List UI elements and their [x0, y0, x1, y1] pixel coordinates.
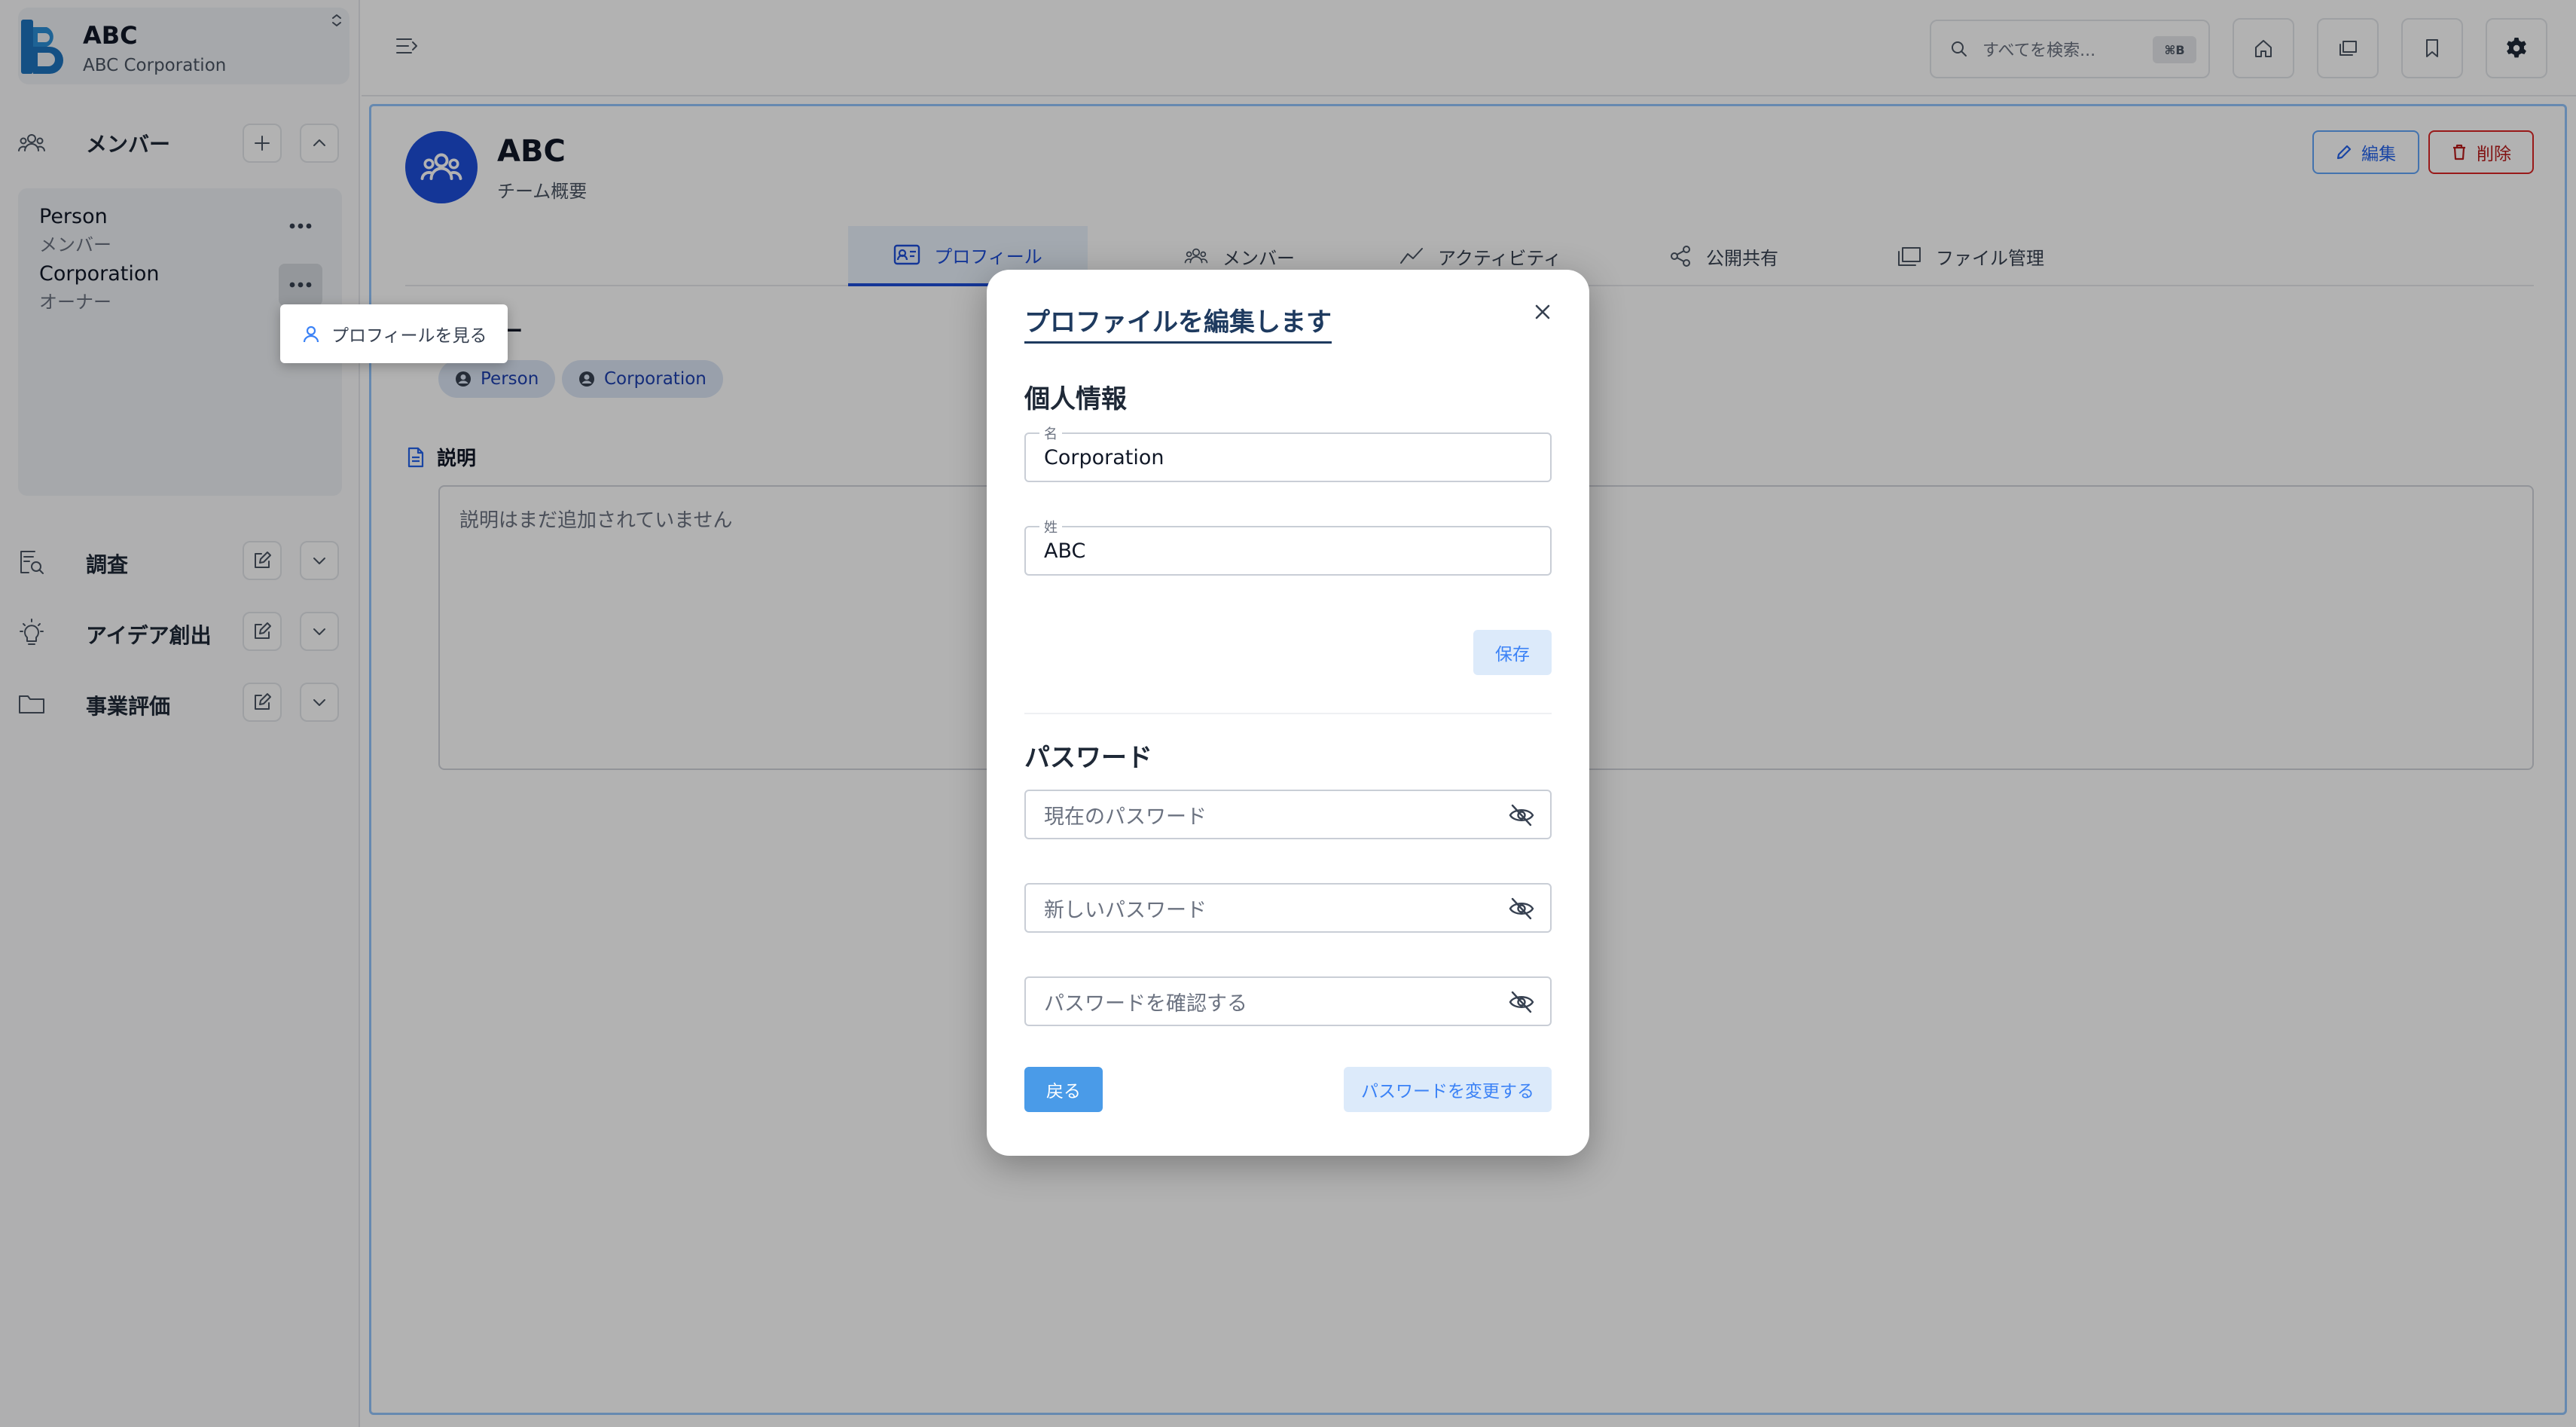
- first-name-value: Corporation: [1044, 445, 1164, 469]
- last-name-value: ABC: [1044, 539, 1086, 563]
- new-password-placeholder: 新しいパスワード: [1044, 898, 1207, 922]
- last-name-label: 姓: [1039, 517, 1062, 536]
- view-profile-menu-item[interactable]: プロフィールを見る: [331, 321, 487, 347]
- first-name-field[interactable]: 名 Corporation: [1024, 423, 1552, 482]
- password-heading: パスワード: [1024, 743, 1152, 773]
- confirm-password-field[interactable]: パスワードを確認する: [1024, 976, 1552, 1026]
- new-password-field[interactable]: 新しいパスワード: [1024, 883, 1552, 933]
- eye-off-icon[interactable]: [1508, 990, 1535, 1014]
- current-password-field[interactable]: 現在のパスワード: [1024, 790, 1552, 839]
- section-divider: [1024, 713, 1552, 714]
- user-icon: [301, 324, 321, 344]
- eye-off-icon[interactable]: [1508, 897, 1535, 921]
- close-icon[interactable]: [1531, 300, 1555, 324]
- change-password-button[interactable]: パスワードを変更する: [1344, 1067, 1552, 1112]
- save-button[interactable]: 保存: [1473, 630, 1552, 675]
- last-name-field[interactable]: 姓 ABC: [1024, 517, 1552, 576]
- personal-info-heading: 個人情報: [1024, 384, 1127, 414]
- edit-profile-modal: プロファイルを編集します 個人情報 名 Corporation 姓 ABC 保存…: [987, 270, 1589, 1156]
- eye-off-icon[interactable]: [1508, 803, 1535, 827]
- member-context-menu: プロフィールを見る: [280, 304, 508, 363]
- confirm-password-placeholder: パスワードを確認する: [1044, 992, 1247, 1016]
- modal-title: プロファイルを編集します: [1024, 301, 1332, 344]
- first-name-label: 名: [1039, 423, 1062, 443]
- current-password-placeholder: 現在のパスワード: [1044, 805, 1207, 829]
- back-button[interactable]: 戻る: [1024, 1067, 1103, 1112]
